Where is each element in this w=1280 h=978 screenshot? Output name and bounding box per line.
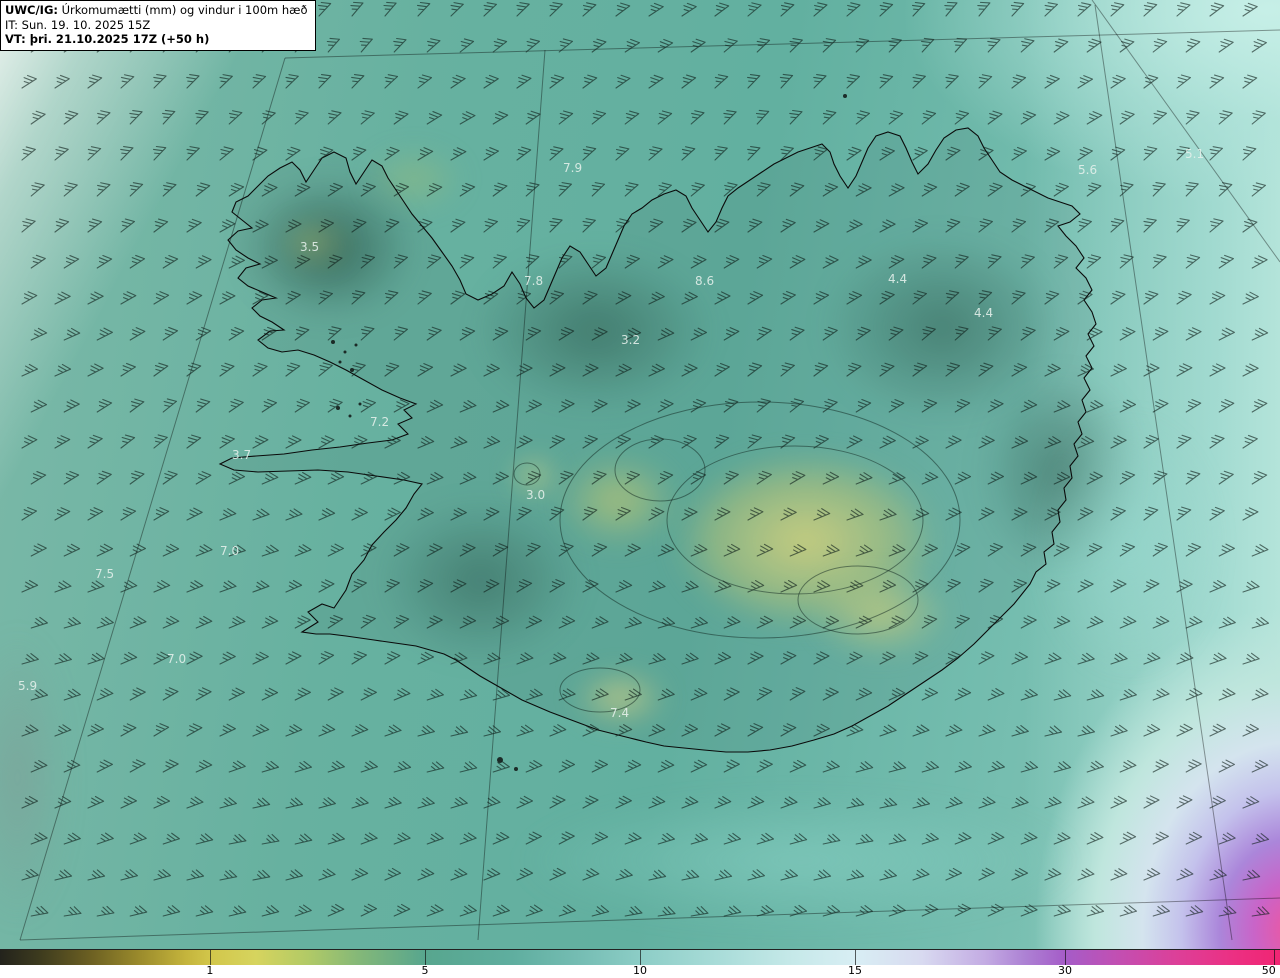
weather-map-page: 7.9 5.6 5.1 3.5 7.8 8.6 4.4 4.4 3.2 7.2 3.7 3.0 7.0 7… bbox=[0, 0, 1280, 978]
colorbar-tick-label: 30 bbox=[1057, 964, 1072, 977]
precipitation-field bbox=[0, 0, 1280, 950]
init-time: IT: Sun. 19. 10. 2025 15Z bbox=[5, 17, 151, 32]
title-box: UWC/IG: Úrkomumætti (mm) og vindur i 100… bbox=[0, 0, 316, 52]
colorbar-tick-label: 15 bbox=[848, 964, 863, 977]
model-id: UWC/IG: bbox=[5, 3, 58, 17]
colorbar-tick-label: 50 bbox=[1261, 964, 1276, 977]
colorbar: 1 5 10 15 30 50 bbox=[0, 949, 1280, 978]
valid-time: VT: þri. 21.10.2025 17Z (+50 h) bbox=[5, 32, 210, 47]
title-text: Úrkomumætti (mm) og vindur i 100m hæð bbox=[57, 3, 308, 17]
colorbar-tick-label: 5 bbox=[421, 964, 429, 977]
colorbar-tick-label: 1 bbox=[206, 964, 214, 977]
colorbar-tick-label: 10 bbox=[633, 964, 647, 977]
colorbar-labels: 1 5 10 15 30 50 bbox=[0, 964, 1280, 978]
title-line-model: UWC/IG: Úrkomumætti (mm) og vindur i 100… bbox=[5, 3, 308, 18]
